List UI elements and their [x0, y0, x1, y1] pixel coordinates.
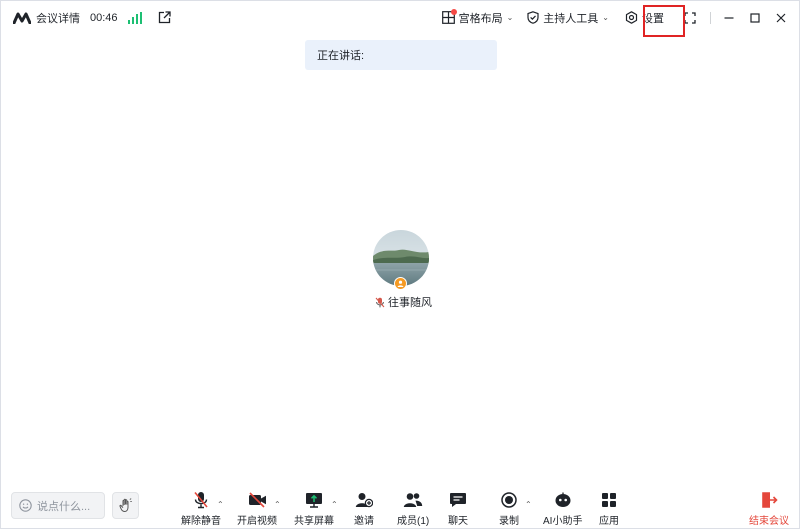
chevron-down-icon: ⌄: [602, 13, 609, 22]
members-icon: [403, 491, 423, 509]
record-icon: [499, 491, 519, 509]
share-options-caret-icon[interactable]: ⌃: [331, 500, 338, 509]
members-label: 成员(1): [397, 516, 430, 527]
ai-assistant-button[interactable]: AI小助手: [543, 491, 582, 527]
maximize-icon[interactable]: [747, 10, 763, 26]
apps-button[interactable]: 应用: [599, 491, 619, 527]
chat-label: 聊天: [448, 516, 468, 527]
apps-grid-icon: [599, 491, 619, 509]
host-tools-button[interactable]: 主持人工具 ⌄: [527, 1, 609, 34]
toolbar-divider: [710, 11, 711, 24]
layout-button[interactable]: 宫格布局 ⌄: [441, 1, 514, 34]
meeting-window: 会议详情 00:46 宫格布局 ⌄ 主持人工具 ⌄ 设置 正在讲话: 往事随风 …: [0, 0, 800, 529]
speaking-label: 正在讲话:: [317, 50, 365, 62]
audio-options-caret-icon[interactable]: ⌃: [217, 500, 224, 509]
settings-highlight-box: [643, 5, 685, 37]
close-icon[interactable]: [773, 10, 789, 26]
mic-muted-icon: [191, 491, 211, 509]
share-screen-button[interactable]: 共享屏幕: [294, 491, 334, 527]
chevron-down-icon: ⌄: [506, 13, 514, 22]
unmute-label: 解除静音: [181, 516, 221, 527]
mic-muted-icon: [375, 297, 385, 307]
raise-hand-button[interactable]: [112, 492, 139, 519]
notification-dot: [450, 9, 457, 15]
start-video-button[interactable]: 开启视频: [237, 491, 277, 527]
raise-hand-icon: [118, 498, 132, 512]
video-options-caret-icon[interactable]: ⌃: [274, 500, 281, 509]
signal-strength-icon[interactable]: [127, 11, 142, 24]
end-meeting-label: 结束会议: [749, 516, 789, 527]
invite-button[interactable]: 邀请: [354, 491, 374, 527]
end-meeting-button[interactable]: 结束会议: [749, 491, 789, 527]
app-logo-icon: [13, 12, 31, 24]
exit-icon: [759, 491, 779, 509]
invite-label: 邀请: [354, 516, 374, 527]
meeting-info-link[interactable]: 会议详情: [36, 10, 80, 26]
chat-placeholder: 说点什么...: [37, 500, 91, 513]
add-user-icon: [354, 491, 374, 509]
participant-name-tag: 往事随风: [375, 295, 435, 309]
start-video-label: 开启视频: [237, 516, 277, 527]
shield-check-icon: [527, 11, 539, 24]
speaking-banner: 正在讲话:: [305, 40, 497, 70]
unmute-button[interactable]: 解除静音: [181, 491, 221, 527]
participant-name: 往事随风: [388, 297, 432, 309]
members-button[interactable]: 成员(1): [397, 491, 429, 527]
video-off-icon: [247, 491, 267, 509]
chat-button[interactable]: 聊天: [448, 491, 468, 527]
meeting-timer: 00:46: [90, 11, 118, 24]
emoji-icon[interactable]: [19, 499, 32, 512]
ai-assistant-icon: [553, 491, 573, 509]
layout-label: 宫格布局: [458, 12, 503, 25]
grid-layout-icon: [441, 9, 457, 24]
apps-label: 应用: [599, 516, 619, 527]
host-badge-icon: [394, 277, 407, 290]
chat-bubble-icon: [448, 491, 468, 509]
popout-icon[interactable]: [157, 10, 173, 26]
gear-icon: [625, 11, 638, 24]
record-label: 录制: [499, 516, 519, 527]
chat-input[interactable]: 说点什么...: [11, 492, 105, 519]
record-options-caret-icon[interactable]: ⌃: [525, 500, 532, 509]
ai-assistant-label: AI小助手: [543, 516, 583, 527]
share-screen-label: 共享屏幕: [294, 516, 334, 527]
record-button[interactable]: 录制: [499, 491, 519, 527]
share-screen-icon: [304, 491, 324, 509]
minimize-icon[interactable]: [721, 10, 737, 26]
host-tools-label: 主持人工具: [543, 12, 599, 25]
